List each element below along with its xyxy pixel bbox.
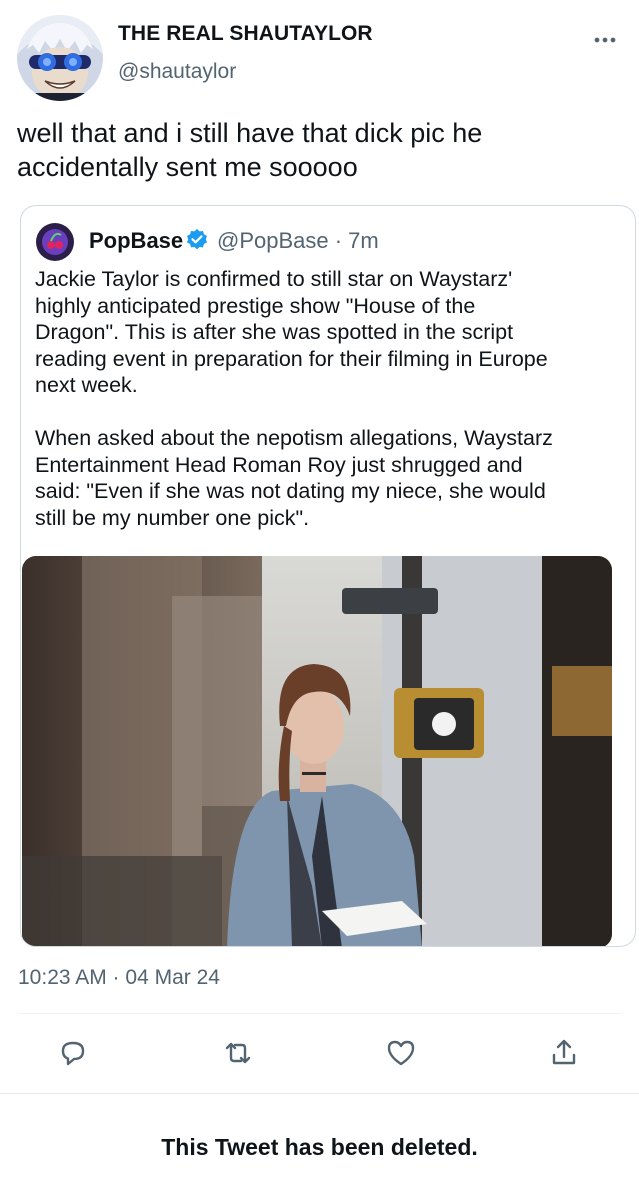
tweet: THE REAL SHAUTAYLOR @shautaylor well tha… [0, 0, 639, 1090]
more-icon[interactable] [590, 30, 620, 50]
deleted-notice: This Tweet has been deleted. [161, 1134, 478, 1160]
quote-author-name[interactable]: PopBase [89, 228, 183, 254]
quote-photo[interactable] [22, 556, 612, 946]
retweet-icon[interactable] [221, 1036, 255, 1070]
verified-icon [185, 228, 209, 252]
quoted-tweet[interactable]: PopBase @PopBase · 7m Jackie Taylor is c… [20, 205, 636, 947]
quote-text: Jackie Taylor is confirmed to still star… [35, 267, 553, 530]
share-icon[interactable] [547, 1036, 581, 1070]
quote-avatar[interactable] [36, 223, 74, 261]
reply-icon[interactable] [56, 1036, 90, 1070]
handle[interactable]: @shautaylor [118, 60, 236, 84]
divider [18, 1013, 622, 1014]
quote-handle-time[interactable]: @PopBase · 7m [217, 228, 379, 254]
like-icon[interactable] [384, 1036, 418, 1070]
avatar[interactable] [17, 15, 103, 101]
display-name[interactable]: THE REAL SHAUTAYLOR [118, 22, 373, 46]
tweet-timestamp[interactable]: 10:23 AM · 04 Mar 24 [18, 966, 220, 990]
tweet-text: well that and i still have that dick pic… [17, 118, 483, 182]
